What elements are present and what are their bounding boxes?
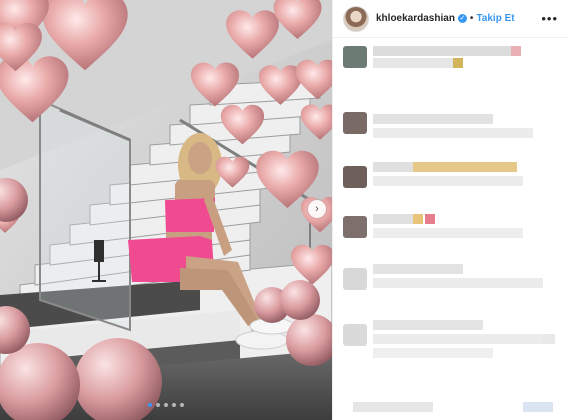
- blurred-text: [373, 264, 463, 274]
- blurred-text: [373, 278, 543, 288]
- blurred-text: [373, 162, 413, 172]
- carousel-dots: [0, 394, 332, 412]
- blurred-text: [373, 128, 533, 138]
- commenter-avatar: [343, 216, 367, 238]
- blurred-text: [373, 114, 493, 124]
- follow-button[interactable]: Takip Et: [476, 13, 514, 24]
- comment-blurred: [343, 212, 559, 246]
- carousel-dot: [148, 403, 152, 407]
- commenter-avatar: [343, 268, 367, 290]
- username[interactable]: khloekardashian: [376, 13, 455, 24]
- blurred-text: [373, 334, 543, 344]
- post-side-panel: khloekardashian ✓ • Takip Et •••: [332, 0, 568, 420]
- caption-blurred: [343, 44, 559, 78]
- blurred-text: [353, 402, 433, 412]
- comment-blurred: [343, 160, 559, 194]
- more-options-icon[interactable]: •••: [541, 11, 558, 26]
- commenter-avatar: [343, 324, 367, 346]
- commenter-avatar: [343, 166, 367, 188]
- carousel-dot: [180, 403, 184, 407]
- blurred-text: [413, 162, 517, 172]
- blurred-text: [523, 402, 553, 412]
- blurred-text: [373, 176, 523, 186]
- comment-blurred: [343, 318, 559, 378]
- commenter-avatar: [343, 112, 367, 134]
- blurred-text: [511, 46, 521, 56]
- post-photo[interactable]: ›: [0, 0, 332, 420]
- blurred-text: [373, 228, 523, 238]
- post-header: khloekardashian ✓ • Takip Et •••: [333, 0, 568, 38]
- next-photo-button[interactable]: ›: [308, 200, 326, 218]
- verified-badge-icon: ✓: [457, 14, 467, 23]
- comment-blurred: [343, 112, 559, 146]
- carousel-dot: [156, 403, 160, 407]
- blurred-text: [373, 214, 413, 224]
- chevron-right-icon: ›: [315, 203, 319, 215]
- blurred-text: [453, 58, 463, 68]
- photo-scene: [0, 0, 332, 420]
- blurred-text: [543, 334, 555, 344]
- avatar[interactable]: [343, 5, 369, 32]
- separator-dot: •: [469, 13, 474, 24]
- blurred-text: [425, 214, 435, 224]
- blurred-text: [413, 214, 423, 224]
- comment-blurred: [343, 262, 559, 296]
- commenter-avatar: [343, 46, 367, 68]
- blurred-text: [373, 46, 511, 56]
- blurred-text: [373, 320, 483, 330]
- carousel-dot: [172, 403, 176, 407]
- carousel-dot: [164, 403, 168, 407]
- comment-blurred: [343, 400, 559, 414]
- blurred-text: [373, 58, 453, 68]
- blurred-text: [373, 348, 493, 358]
